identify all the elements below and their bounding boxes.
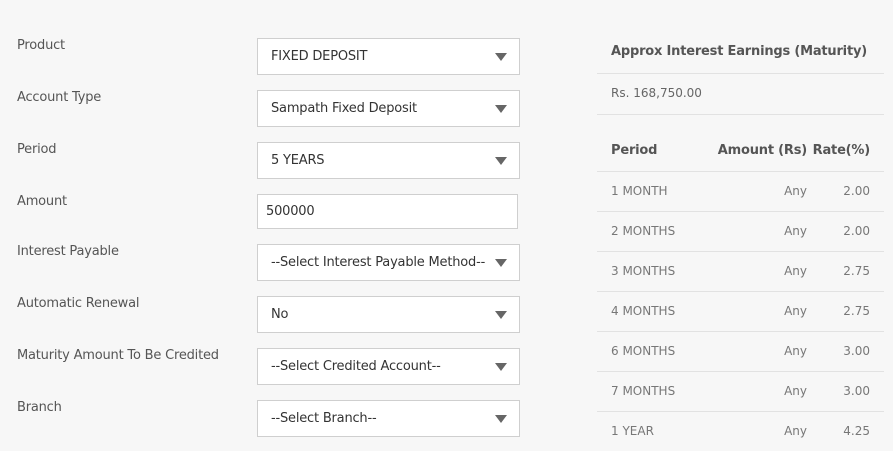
column-header-rate: Rate(%) bbox=[807, 131, 884, 172]
account-type-select[interactable]: Sampath Fixed Deposit bbox=[257, 90, 520, 127]
interest-payable-label: Interest Payable bbox=[17, 244, 119, 259]
automatic-renewal-select[interactable]: No bbox=[257, 296, 520, 333]
cell-rate: 2.75 bbox=[807, 251, 884, 292]
account-type-select-value: Sampath Fixed Deposit bbox=[271, 101, 417, 116]
cell-period: 6 MONTHS bbox=[597, 331, 697, 372]
table-row: 7 MONTHS Any 3.00 bbox=[597, 371, 884, 412]
maturity-credit-select[interactable]: --Select Credited Account-- bbox=[257, 348, 520, 385]
period-label: Period bbox=[17, 142, 57, 157]
column-header-period: Period bbox=[597, 131, 697, 172]
cell-period: 7 MONTHS bbox=[597, 371, 697, 412]
product-select[interactable]: FIXED DEPOSIT bbox=[257, 38, 520, 75]
earnings-title: Approx Interest Earnings (Maturity) bbox=[597, 30, 884, 74]
maturity-credit-label: Maturity Amount To Be Credited bbox=[17, 348, 219, 363]
column-header-amount: Amount (Rs) bbox=[697, 131, 807, 172]
product-label: Product bbox=[17, 38, 65, 53]
product-select-value: FIXED DEPOSIT bbox=[271, 49, 368, 64]
cell-rate: 2.00 bbox=[807, 171, 884, 212]
amount-label: Amount bbox=[17, 194, 67, 209]
cell-period: 3 MONTHS bbox=[597, 251, 697, 292]
cell-amount: Any bbox=[697, 251, 807, 292]
cell-rate: 3.00 bbox=[807, 331, 884, 372]
chevron-down-icon bbox=[495, 53, 507, 61]
rates-table: Period Amount (Rs) Rate(%) 1 MONTH Any 2… bbox=[597, 131, 884, 451]
chevron-down-icon bbox=[495, 415, 507, 423]
chevron-down-icon bbox=[495, 157, 507, 165]
earnings-panel: Approx Interest Earnings (Maturity) Rs. … bbox=[597, 30, 884, 115]
table-row: 3 MONTHS Any 2.75 bbox=[597, 251, 884, 292]
amount-input[interactable]: 500000 bbox=[257, 194, 518, 229]
period-select-value: 5 YEARS bbox=[271, 153, 325, 168]
maturity-credit-select-value: --Select Credited Account-- bbox=[271, 359, 441, 374]
cell-amount: Any bbox=[697, 171, 807, 212]
chevron-down-icon bbox=[495, 363, 507, 371]
cell-period: 1 YEAR bbox=[597, 411, 697, 451]
cell-rate: 2.75 bbox=[807, 291, 884, 332]
cell-period: 2 MONTHS bbox=[597, 211, 697, 252]
table-row: 2 MONTHS Any 2.00 bbox=[597, 211, 884, 252]
cell-amount: Any bbox=[697, 211, 807, 252]
branch-label: Branch bbox=[17, 400, 62, 415]
cell-amount: Any bbox=[697, 291, 807, 332]
table-row: 4 MONTHS Any 2.75 bbox=[597, 291, 884, 332]
interest-payable-select-value: --Select Interest Payable Method-- bbox=[271, 255, 486, 270]
cell-period: 1 MONTH bbox=[597, 171, 697, 212]
cell-amount: Any bbox=[697, 331, 807, 372]
account-type-label: Account Type bbox=[17, 90, 102, 105]
cell-rate: 4.25 bbox=[807, 411, 884, 451]
automatic-renewal-label: Automatic Renewal bbox=[17, 296, 140, 311]
earnings-value: Rs. 168,750.00 bbox=[597, 74, 884, 115]
chevron-down-icon bbox=[495, 105, 507, 113]
table-row: 1 MONTH Any 2.00 bbox=[597, 171, 884, 212]
rates-table-header-row: Period Amount (Rs) Rate(%) bbox=[597, 131, 884, 172]
table-row: 1 YEAR Any 4.25 bbox=[597, 411, 884, 451]
chevron-down-icon bbox=[495, 311, 507, 319]
chevron-down-icon bbox=[495, 259, 507, 267]
cell-period: 4 MONTHS bbox=[597, 291, 697, 332]
interest-payable-select[interactable]: --Select Interest Payable Method-- bbox=[257, 244, 520, 281]
period-select[interactable]: 5 YEARS bbox=[257, 142, 520, 179]
cell-rate: 2.00 bbox=[807, 211, 884, 252]
table-row: 6 MONTHS Any 3.00 bbox=[597, 331, 884, 372]
branch-select[interactable]: --Select Branch-- bbox=[257, 400, 520, 437]
cell-amount: Any bbox=[697, 371, 807, 412]
cell-amount: Any bbox=[697, 411, 807, 451]
automatic-renewal-select-value: No bbox=[271, 307, 289, 322]
cell-rate: 3.00 bbox=[807, 371, 884, 412]
branch-select-value: --Select Branch-- bbox=[271, 411, 377, 426]
